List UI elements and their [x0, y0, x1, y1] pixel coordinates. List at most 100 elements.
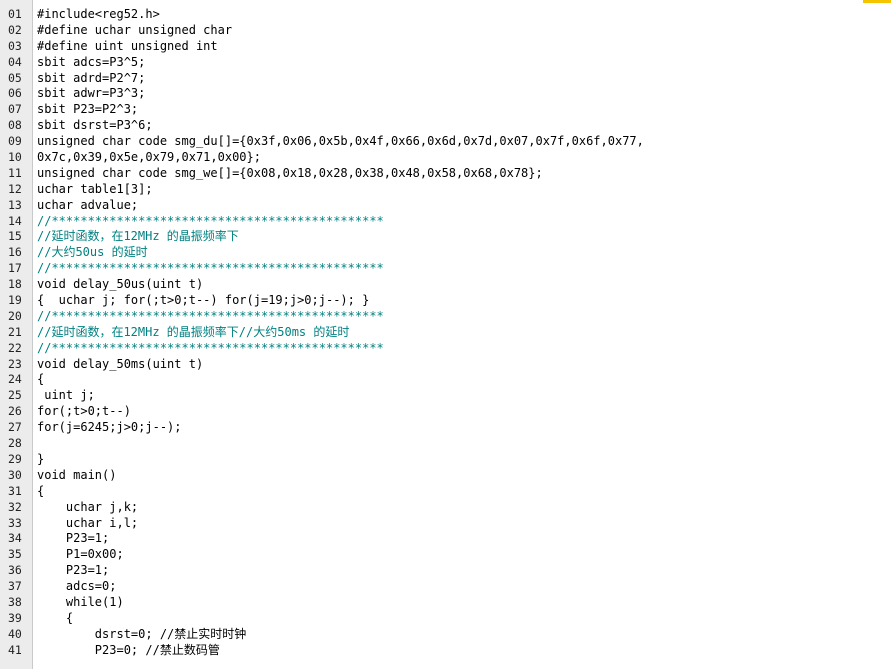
code-line[interactable]: 29}	[0, 452, 891, 468]
code-line[interactable]: 03 #define uint unsigned int	[0, 39, 891, 55]
line-number: 02	[8, 22, 22, 37]
line-number: 15	[8, 229, 22, 244]
code-line[interactable]: 26 for(;t>0;t--)	[0, 404, 891, 420]
code-line[interactable]: 27 for(j=6245;j>0;j--);	[0, 420, 891, 436]
code-text[interactable]: for(;t>0;t--)	[37, 404, 891, 420]
code-line[interactable]: 02 #define uchar unsigned char	[0, 23, 891, 39]
code-text[interactable]: dsrst=0; //禁止实时时钟	[37, 627, 891, 643]
code-text[interactable]: P23=1;	[37, 531, 891, 547]
line-number: 22	[8, 340, 22, 355]
code-text[interactable]: #define uchar unsigned char	[37, 23, 891, 39]
line-number: 07	[8, 102, 22, 117]
line-number: 41	[8, 642, 22, 657]
code-line[interactable]: 04 sbit adcs=P3^5;	[0, 55, 891, 71]
line-number: 38	[8, 594, 22, 609]
line-number: 03	[8, 38, 22, 53]
code-text[interactable]: { uchar j; for(;t>0;t--) for(j=19;j>0;j-…	[37, 293, 891, 309]
line-number: 14	[8, 213, 22, 228]
code-text[interactable]: #include<reg52.h>	[37, 7, 891, 23]
line-number: 39	[8, 610, 22, 625]
comment-text[interactable]: //**************************************…	[37, 214, 891, 230]
code-line[interactable]: 39 {	[0, 611, 891, 627]
code-line[interactable]: 06 sbit adwr=P3^3;	[0, 86, 891, 102]
comment-text[interactable]: //延时函数，在12MHz 的晶振频率下	[37, 229, 891, 245]
code-line[interactable]: 40 dsrst=0; //禁止实时时钟	[0, 627, 891, 643]
code-line[interactable]: 25 uint j;	[0, 388, 891, 404]
comment-text[interactable]: //**************************************…	[37, 341, 891, 357]
code-text[interactable]: void delay_50us(uint t)	[37, 277, 891, 293]
code-text[interactable]: uint j;	[37, 388, 891, 404]
code-line[interactable]: 18 void delay_50us(uint t)	[0, 277, 891, 293]
code-text[interactable]: uchar i,l;	[37, 516, 891, 532]
code-text[interactable]: uchar table1[3];	[37, 182, 891, 198]
code-line[interactable]: 24 {	[0, 372, 891, 388]
code-line[interactable]: 33 uchar i,l;	[0, 516, 891, 532]
code-line[interactable]: 05 sbit adrd=P2^7;	[0, 71, 891, 87]
comment-text[interactable]: //**************************************…	[37, 261, 891, 277]
code-line[interactable]: 12 uchar table1[3];	[0, 182, 891, 198]
line-number: 36	[8, 563, 22, 578]
code-text[interactable]: {	[37, 372, 891, 388]
code-editor[interactable]: 01 #include<reg52.h> 02 #define uchar unsig…	[0, 0, 891, 669]
code-text[interactable]: {	[37, 611, 891, 627]
code-line[interactable]: 36 P23=1;	[0, 563, 891, 579]
code-line[interactable]: 17 //************************************…	[0, 261, 891, 277]
code-text[interactable]: }	[37, 452, 891, 468]
code-text[interactable]: for(j=6245;j>0;j--);	[37, 420, 891, 436]
code-text[interactable]: P23=1;	[37, 563, 891, 579]
code-text[interactable]: #define uint unsigned int	[37, 39, 891, 55]
code-line[interactable]: 23 void delay_50ms(uint t)	[0, 357, 891, 373]
code-line[interactable]: 34 P23=1;	[0, 531, 891, 547]
code-line[interactable]: 28	[0, 436, 891, 452]
code-text[interactable]: adcs=0;	[37, 579, 891, 595]
code-text[interactable]: unsigned char code smg_du[]={0x3f,0x06,0…	[37, 134, 891, 150]
code-text[interactable]: uchar j,k;	[37, 500, 891, 516]
code-text[interactable]: {	[37, 484, 891, 500]
code-line[interactable]: 09 unsigned char code smg_du[]={0x3f,0x06…	[0, 134, 891, 150]
code-text[interactable]: void delay_50ms(uint t)	[37, 357, 891, 373]
line-number: 21	[8, 324, 22, 339]
comment-text[interactable]: //大约50us 的延时	[37, 245, 891, 261]
code-line[interactable]: 13 uchar advalue;	[0, 198, 891, 214]
code-line[interactable]: 30 void main()	[0, 468, 891, 484]
code-text[interactable]: 0x7c,0x39,0x5e,0x79,0x71,0x00};	[37, 150, 891, 166]
line-number: 29	[8, 451, 22, 466]
code-line[interactable]: 14 //************************************…	[0, 214, 891, 230]
code-text[interactable]: P1=0x00;	[37, 547, 891, 563]
line-number: 16	[8, 245, 22, 260]
code-text[interactable]: unsigned char code smg_we[]={0x08,0x18,0…	[37, 166, 891, 182]
code-text[interactable]: sbit dsrst=P3^6;	[37, 118, 891, 134]
code-line[interactable]: 20 //************************************…	[0, 309, 891, 325]
code-text[interactable]: P23=0; //禁止数码管	[37, 643, 891, 659]
code-line[interactable]: 21 //延时函数，在12MHz 的晶振频率下//大约50ms 的延时	[0, 325, 891, 341]
code-line[interactable]: 22 //************************************…	[0, 341, 891, 357]
comment-text[interactable]: //延时函数，在12MHz 的晶振频率下//大约50ms 的延时	[37, 325, 891, 341]
line-number: 11	[8, 165, 22, 180]
code-lines: 01 #include<reg52.h> 02 #define uchar unsig…	[0, 7, 891, 659]
code-line[interactable]: 31 {	[0, 484, 891, 500]
code-line[interactable]: 01 #include<reg52.h>	[0, 7, 891, 23]
code-text[interactable]: uchar advalue;	[37, 198, 891, 214]
code-text[interactable]: sbit adwr=P3^3;	[37, 86, 891, 102]
code-text[interactable]: sbit adrd=P2^7;	[37, 71, 891, 87]
code-line[interactable]: 10 0x7c,0x39,0x5e,0x79,0x71,0x00};	[0, 150, 891, 166]
code-line[interactable]: 19 { uchar j; for(;t>0;t--) for(j=19;j>0;…	[0, 293, 891, 309]
code-line[interactable]: 35 P1=0x00;	[0, 547, 891, 563]
line-number: 31	[8, 483, 22, 498]
code-line[interactable]: 41 P23=0; //禁止数码管	[0, 643, 891, 659]
code-line[interactable]: 07 sbit P23=P2^3;	[0, 102, 891, 118]
code-line[interactable]: 15 //延时函数，在12MHz 的晶振频率下	[0, 229, 891, 245]
code-text[interactable]: void main()	[37, 468, 891, 484]
code-line[interactable]: 37 adcs=0;	[0, 579, 891, 595]
code-text[interactable]: sbit adcs=P3^5;	[37, 55, 891, 71]
comment-text[interactable]: //**************************************…	[37, 309, 891, 325]
code-line[interactable]: 16 //大约50us 的延时	[0, 245, 891, 261]
code-line[interactable]: 08 sbit dsrst=P3^6;	[0, 118, 891, 134]
code-text[interactable]: while(1)	[37, 595, 891, 611]
line-number: 37	[8, 579, 22, 594]
code-line[interactable]: 38 while(1)	[0, 595, 891, 611]
code-text[interactable]: sbit P23=P2^3;	[37, 102, 891, 118]
code-line[interactable]: 32 uchar j,k;	[0, 500, 891, 516]
line-number: 06	[8, 86, 22, 101]
code-line[interactable]: 11 unsigned char code smg_we[]={0x08,0x18…	[0, 166, 891, 182]
